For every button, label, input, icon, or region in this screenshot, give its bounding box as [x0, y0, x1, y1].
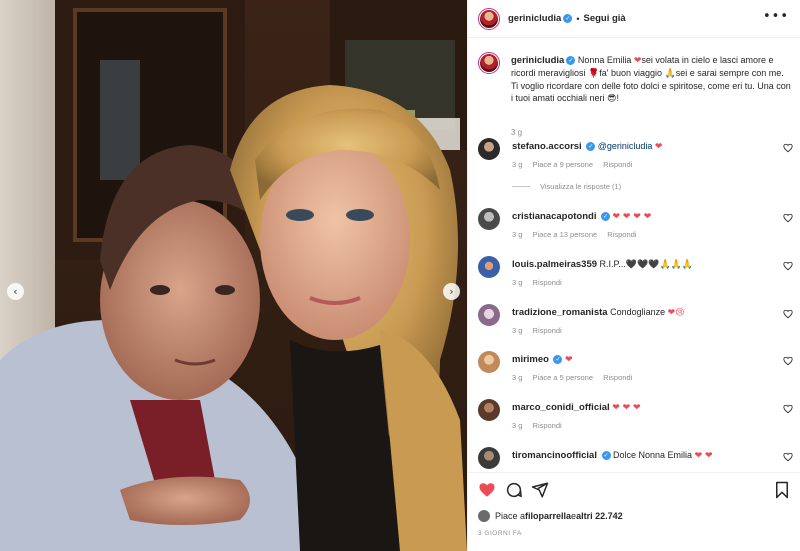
- reply-button[interactable]: Rispondi: [603, 373, 632, 382]
- comment-age: 3 g: [512, 160, 523, 169]
- likes-summary[interactable]: Piace a filoparrella e altri 22.742: [478, 510, 623, 522]
- bookmark-icon[interactable]: [773, 481, 791, 499]
- pray-emoji-icon: 🙏: [664, 69, 676, 79]
- commenter-avatar[interactable]: [478, 447, 500, 469]
- following-button[interactable]: Segui già: [583, 13, 625, 24]
- commenter-avatar[interactable]: [478, 399, 500, 421]
- liker-avatar: [478, 510, 490, 522]
- comment-text: Dolce Nonna Emilia: [613, 450, 695, 460]
- caption-author-avatar[interactable]: [478, 52, 500, 74]
- commenter-avatar[interactable]: [478, 351, 500, 373]
- likes-others-count[interactable]: altri 22.742: [576, 511, 623, 521]
- heart-emoji-icon: ❤ ❤ ❤ ❤: [612, 212, 652, 222]
- verified-badge-icon: ✓: [586, 142, 596, 152]
- post-side-panel: gerinicludia ✓ • Segui già ••• geriniclu…: [467, 0, 800, 551]
- comment-age: 3 g: [512, 326, 523, 335]
- verified-badge-icon: ✓: [601, 451, 611, 461]
- commenter-username[interactable]: marco_conidi_official: [512, 402, 610, 413]
- heart-pray-emoji-icon: 🖤🖤🖤🙏🙏🙏: [625, 260, 694, 270]
- heart-emoji-icon: ❤😢: [667, 308, 685, 318]
- commenter-username[interactable]: tiromancinoofficial: [512, 450, 597, 461]
- divider: [512, 186, 530, 187]
- comment-item: tradizione_romanista Condoglianze ❤😢 3 g…: [478, 304, 793, 344]
- author-avatar[interactable]: [478, 7, 500, 30]
- comment-item: stefano.accorsi ✓ @gerinicludia ❤ 3 g Pi…: [478, 138, 793, 178]
- share-icon[interactable]: [531, 481, 549, 499]
- comment-age: 3 g: [512, 230, 523, 239]
- comment-mention[interactable]: @gerinicludia: [598, 141, 653, 151]
- commenter-avatar[interactable]: [478, 138, 500, 160]
- commenter-username[interactable]: mirimeo: [512, 354, 549, 365]
- commenter-avatar[interactable]: [478, 208, 500, 230]
- comment-item: marco_conidi_official ❤ ❤ ❤ 3 g Rispondi: [478, 399, 793, 439]
- post-header: gerinicludia ✓ • Segui già •••: [468, 0, 800, 38]
- author-username[interactable]: gerinicludia: [508, 13, 561, 24]
- chevron-right-icon: ›: [449, 285, 454, 298]
- post-timestamp: 3 GIORNI FA: [478, 530, 522, 537]
- more-options-icon[interactable]: •••: [763, 10, 789, 23]
- reply-button[interactable]: Rispondi: [533, 278, 562, 287]
- reply-button[interactable]: Rispondi: [603, 160, 632, 169]
- like-comment-heart-icon[interactable]: [783, 143, 793, 153]
- like-comment-heart-icon[interactable]: [783, 261, 793, 271]
- verified-badge-icon: ✓: [600, 212, 610, 222]
- like-heart-filled-icon[interactable]: [478, 481, 496, 499]
- rose-emoji-icon: 🌹: [588, 69, 600, 79]
- comment-icon[interactable]: [505, 481, 523, 499]
- separator: •: [576, 13, 580, 24]
- reply-button[interactable]: Rispondi: [533, 421, 562, 430]
- like-comment-heart-icon[interactable]: [783, 404, 793, 414]
- comment-item: mirimeo ✓ ❤ 3 g Piace a 5 persone Rispon…: [478, 351, 793, 391]
- comments-list[interactable]: gerinicludia ✓ Nonna Emilia ❤sei volata i…: [468, 38, 800, 472]
- heart-emoji-icon: ❤ ❤: [694, 451, 713, 461]
- caption-age: 3 g: [511, 128, 523, 137]
- verified-badge-icon: ✓: [553, 355, 563, 365]
- carousel-prev-button[interactable]: ‹: [7, 283, 24, 300]
- comment-likes[interactable]: Piace a 5 persone: [533, 373, 593, 382]
- liker-username[interactable]: filoparrella: [525, 511, 571, 521]
- reply-button[interactable]: Rispondi: [533, 326, 562, 335]
- commenter-avatar[interactable]: [478, 256, 500, 278]
- comment-item: louis.palmeiras359 R.I.P...🖤🖤🖤🙏🙏🙏 3 g Ri…: [478, 256, 793, 296]
- like-comment-heart-icon[interactable]: [783, 213, 793, 223]
- like-comment-heart-icon[interactable]: [783, 356, 793, 366]
- heart-emoji-icon: ❤ ❤ ❤: [612, 403, 641, 413]
- comment-text: Condoglianze: [610, 307, 668, 317]
- comment-age: 3 g: [512, 421, 523, 430]
- commenter-username[interactable]: stefano.accorsi: [512, 141, 582, 152]
- verified-badge-icon: ✓: [563, 14, 573, 23]
- carousel-next-button[interactable]: ›: [443, 283, 460, 300]
- commenter-username[interactable]: tradizione_romanista: [512, 307, 608, 318]
- comment-likes[interactable]: Piace a 13 persone: [533, 230, 598, 239]
- like-comment-heart-icon[interactable]: [783, 309, 793, 319]
- chevron-left-icon: ‹: [13, 285, 18, 298]
- photo-image: [0, 0, 467, 551]
- heart-emoji-icon: ❤: [565, 355, 573, 365]
- caption-username[interactable]: gerinicludia: [511, 55, 564, 66]
- post-actions-bar: Piace a filoparrella e altri 22.742 3 GI…: [468, 472, 800, 551]
- commenter-avatar[interactable]: [478, 304, 500, 326]
- heart-emoji-icon: ❤: [654, 142, 663, 152]
- comment-item: cristianacapotondi ✓ ❤ ❤ ❤ ❤ 3 g Piace a…: [478, 208, 793, 248]
- comment-text: R.I.P...: [599, 259, 626, 269]
- verified-badge-icon: ✓: [566, 56, 576, 66]
- caption-text: gerinicludia ✓ Nonna Emilia ❤sei volata i…: [511, 55, 791, 104]
- comment-age: 3 g: [512, 278, 523, 287]
- like-comment-heart-icon[interactable]: [783, 452, 793, 462]
- commenter-username[interactable]: louis.palmeiras359: [512, 259, 597, 270]
- comment-likes[interactable]: Piace a 9 persone: [533, 160, 593, 169]
- comment-age: 3 g: [512, 373, 523, 382]
- post-photo: ‹ ›: [0, 0, 467, 551]
- view-replies-button[interactable]: Visualizza le risposte (1): [512, 182, 621, 191]
- comment-item: tiromancinoofficial ✓ Dolce Nonna Emilia…: [478, 447, 793, 472]
- reply-button[interactable]: Rispondi: [607, 230, 636, 239]
- commenter-username[interactable]: cristianacapotondi: [512, 211, 596, 222]
